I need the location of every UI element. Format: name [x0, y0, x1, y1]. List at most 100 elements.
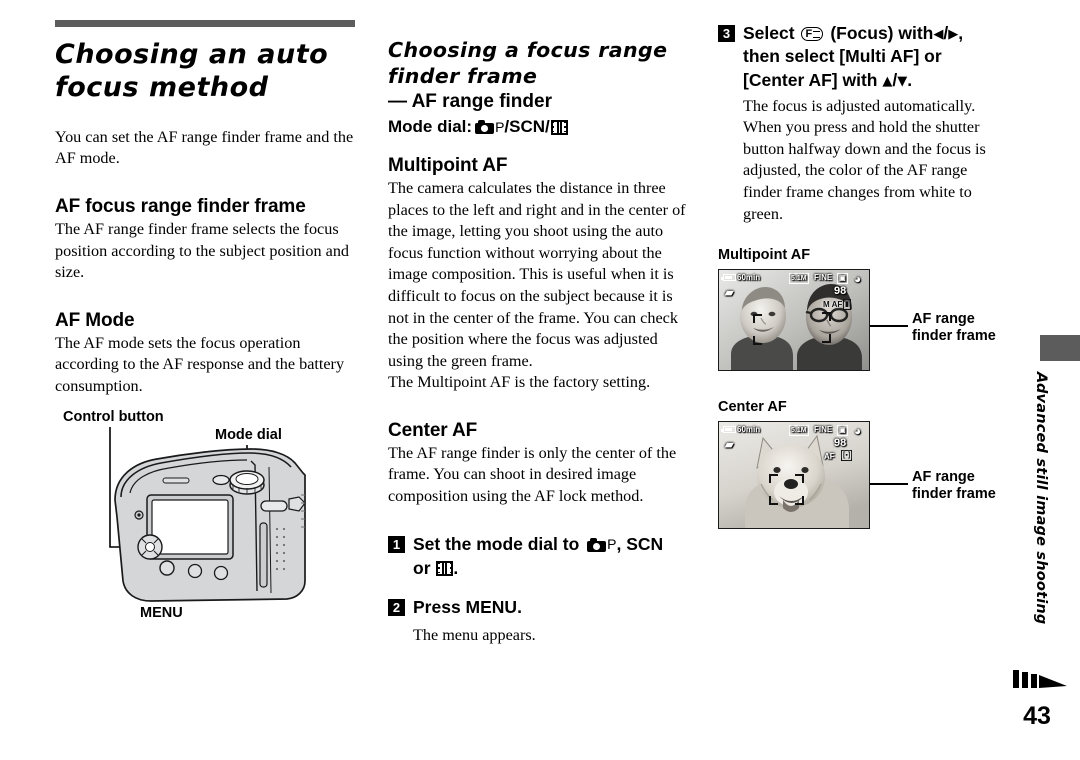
osd-battery-meter-icon-2: ◕ [854, 424, 862, 439]
osd-af-mode-1: M AF [823, 300, 843, 310]
movie-film-icon [436, 560, 454, 576]
step-3-text: Select F (Focus) with◀/▶, then select [M… [743, 22, 963, 92]
down-arrow-icon: ▼ [897, 73, 908, 89]
section-title-focus-range-finder: Choosing a focus range finder frame [388, 38, 668, 88]
af-bracket-center-br [791, 492, 804, 506]
page-title: Choosing an auto focus method [55, 39, 329, 103]
title-rule [55, 20, 355, 27]
sample-2-figure: 60min 5.1M FINE ▣ ◕ 98 AF [▪] ▰ AF range… [718, 421, 1008, 530]
osd-quality-2: FINE [814, 425, 833, 435]
osd-center-af-icon-2: [▪] [841, 450, 853, 462]
step-3-number: 3 [718, 25, 735, 42]
af-bracket-center-bl [769, 492, 782, 506]
osd-image-size-1: 5.1M [789, 273, 809, 285]
right-arrow-icon: ▶ [948, 27, 959, 42]
photo-two-people [719, 270, 869, 371]
heading-center-af: Center AF [388, 419, 478, 441]
step-1-number: 1 [388, 536, 405, 554]
heading-af-range-finder: — AF range finder [388, 91, 552, 113]
battery-icon [721, 426, 736, 434]
paragraph-multipoint-af: The camera calculates the distance in th… [388, 179, 686, 370]
step-2-text: Press MENU. [413, 596, 522, 617]
osd-counter-1: 98 [834, 285, 847, 298]
step-1-p: P [607, 536, 617, 553]
callout-leader-2 [870, 483, 908, 486]
camera-icon [475, 120, 495, 135]
af-bracket-left-bottom [753, 332, 766, 346]
focus-icon: F [801, 27, 824, 41]
step-2-number: 2 [388, 598, 405, 616]
step-3-line1-b: (Focus) with [830, 23, 934, 43]
callout-control-button: Control button [63, 409, 164, 426]
intro-paragraph: You can set the AF range finder frame an… [55, 127, 354, 168]
callout-af-range-finder-frame-1: AF range finder frame [912, 311, 996, 345]
up-arrow-icon: ▲ [882, 73, 893, 89]
osd-image-size-2: 5.1M [789, 425, 809, 437]
step-3-period: . [907, 69, 913, 90]
step-3-line3-a: [Center AF] with [743, 69, 878, 90]
af-bracket-right-bottom [818, 330, 831, 344]
movie-film-icon [550, 119, 568, 135]
column-left: Choosing an auto focus method You can se… [55, 0, 355, 635]
heading-multipoint-af: Multipoint AF [388, 155, 508, 177]
camera-icon [587, 538, 607, 553]
page-number: 43 [1023, 702, 1051, 730]
osd-battery-2: 60min [721, 425, 760, 434]
step-3-line1-a: Select [743, 23, 795, 43]
osd-record-mode-icon-1: ▰ [725, 287, 734, 300]
mode-dial-scn: /SCN/ [504, 117, 550, 137]
osd-af-frame-icon-1: ▮ [843, 299, 851, 311]
mode-dial-label: Mode dial: [388, 117, 473, 137]
osd-counter-2: 98 [834, 437, 847, 450]
side-tab-marker [1040, 335, 1080, 361]
step-3: 3 Select F (Focus) with◀/▶, then select … [718, 22, 1008, 92]
step-1-text-a: Set the mode dial to [413, 534, 580, 555]
sample-1-heading: Multipoint AF [718, 247, 811, 264]
fast-forward-icon [1013, 668, 1067, 690]
callout-menu: MENU [140, 605, 183, 622]
step-3-comma: , [958, 23, 964, 43]
af-bracket-center-tl [769, 474, 782, 487]
lcd-preview-multipoint: 60min 5.1M FINE ▣ ◕ 98 M AF ▮ ▰ [718, 269, 870, 372]
camera-rear-illustration: Control button Mode dial MENU [55, 405, 355, 635]
camera-drawing-svg [109, 427, 306, 603]
column-right: 3 Select F (Focus) with◀/▶, then select … [718, 0, 1008, 530]
osd-battery-meter-icon-1: ◕ [854, 272, 862, 287]
step-2-note: The menu appears. [413, 626, 536, 645]
af-bracket-center-tr [791, 474, 804, 487]
osd-quality-1: FINE [814, 273, 833, 283]
step-1-text-b: , SCN [616, 534, 664, 555]
column-middle: Choosing a focus range finder frame — AF… [388, 0, 688, 647]
osd-af-mode-2: AF [824, 452, 835, 462]
osd-record-mode-icon-2: ▰ [725, 439, 734, 452]
callout-mode-dial: Mode dial [215, 427, 282, 444]
paragraph-center-af: The AF range finder is only the center o… [388, 443, 677, 505]
af-bracket-left-top [753, 314, 766, 327]
step-3-line2: then select [Multi AF] or [743, 46, 942, 67]
sample-1-figure: 60min 5.1M FINE ▣ ◕ 98 M AF ▮ ▰ AF range… [718, 269, 1008, 372]
step-1-text-d: . [453, 557, 459, 578]
mode-dial-line: Mode dial: P /SCN/ [388, 117, 688, 137]
callout-leader-1 [870, 325, 908, 328]
heading-af-mode: AF Mode [55, 309, 135, 331]
osd-battery-1: 60min [721, 273, 760, 282]
side-tab-label: Advanced still image shooting [1033, 372, 1049, 625]
osd-card-icon-1: ▣ [837, 273, 848, 285]
lcd-preview-center: 60min 5.1M FINE ▣ ◕ 98 AF [▪] ▰ [718, 421, 870, 530]
step-1-text: Set the mode dial to P, SCN or . [413, 533, 663, 580]
left-arrow-icon: ◀ [933, 27, 944, 42]
callout-af-range-finder-frame-2: AF range finder frame [912, 469, 996, 503]
paragraph-af-focus-range-finder-frame: The AF range finder frame selects the fo… [55, 219, 350, 282]
osd-card-icon-2: ▣ [837, 425, 848, 437]
battery-icon [721, 274, 736, 282]
step-2: 2 Press MENU. [388, 596, 688, 619]
paragraph-af-mode: The AF mode sets the focus operation acc… [55, 333, 345, 395]
manual-page: Choosing an auto focus method You can se… [0, 0, 1080, 760]
sample-2-heading: Center AF [718, 399, 787, 416]
mode-dial-p: P [495, 119, 505, 136]
step-1: 1 Set the mode dial to P, SCN or . [388, 533, 688, 580]
step-3-body: The focus is adjusted automatically. Whe… [743, 96, 986, 223]
heading-af-focus-range-finder-frame: AF focus range finder frame [55, 195, 306, 217]
af-bracket-right-top [818, 312, 831, 325]
step-1-text-c: or [413, 557, 431, 578]
